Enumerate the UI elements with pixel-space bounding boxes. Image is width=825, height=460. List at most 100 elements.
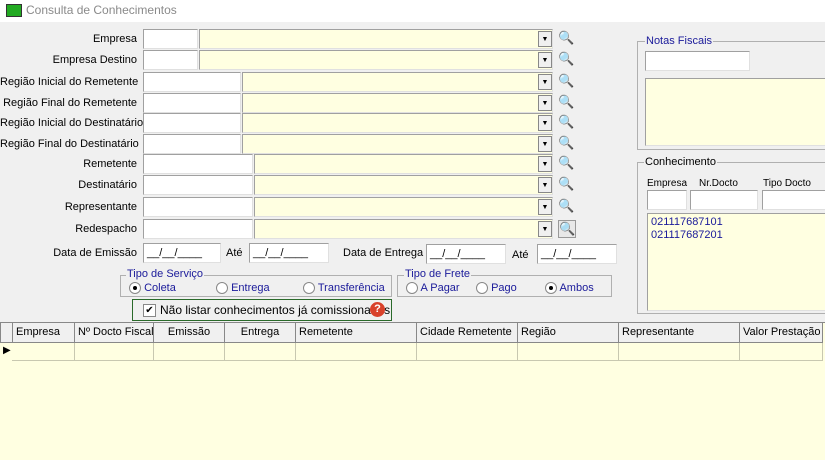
lookup-label: Região Inicial do Destinatário: [0, 117, 144, 129]
lookup-combo[interactable]: [254, 154, 553, 174]
data-entrega-ate-input[interactable]: __/__/____: [537, 244, 617, 264]
lookup-combo[interactable]: [254, 219, 553, 239]
radio-label: Transferência: [317, 282, 385, 294]
grid-column-header[interactable]: Valor Prestação: [739, 322, 823, 343]
lookup-label: Região Inicial do Remetente: [0, 76, 139, 88]
lookup-combo[interactable]: [242, 93, 553, 113]
conhecimento-item[interactable]: 021117687201: [651, 229, 825, 242]
notas-fiscais-list[interactable]: [645, 78, 825, 146]
lookup-code-input[interactable]: [143, 50, 198, 70]
grid-cell[interactable]: [295, 343, 417, 361]
radio-ambos[interactable]: Ambos: [545, 282, 594, 295]
grid-cell[interactable]: [517, 343, 619, 361]
lookup-code-input[interactable]: [143, 197, 253, 217]
lookup-label: Empresa Destino: [52, 54, 137, 66]
lookup-label: Representante: [64, 201, 137, 213]
col-empresa-label: Empresa: [647, 178, 688, 189]
grid-column-header[interactable]: Emissão: [153, 322, 225, 343]
search-icon[interactable]: 🔍: [558, 155, 574, 171]
tipo-servico-label: Tipo de Serviço: [126, 268, 205, 280]
radio-label: Ambos: [559, 282, 594, 294]
lookup-combo[interactable]: [199, 29, 553, 49]
lookup-code-input[interactable]: [143, 113, 241, 133]
search-icon[interactable]: 🔍: [558, 135, 574, 151]
data-emissao-ate-input[interactable]: __/__/____: [249, 243, 329, 263]
lookup-code-input[interactable]: [143, 219, 253, 239]
lookup-code-input[interactable]: [143, 175, 253, 195]
radio-label: A Pagar: [420, 282, 460, 294]
grid-cell[interactable]: [153, 343, 225, 361]
search-icon[interactable]: 🔍: [558, 51, 574, 67]
conhecimento-list[interactable]: 021117687101 021117687201: [647, 213, 825, 311]
grid-cell[interactable]: [224, 343, 296, 361]
app-icon: [6, 4, 22, 17]
chevron-down-icon[interactable]: ▼: [538, 199, 552, 215]
ate-label-2: Até: [512, 249, 529, 261]
conhecimento-item[interactable]: 021117687101: [651, 216, 825, 229]
nao-listar-checkbox[interactable]: ✔: [143, 304, 156, 317]
conhecimento-nrdocto-input[interactable]: [690, 190, 758, 210]
conhecimento-tipodocto-input[interactable]: [762, 190, 825, 210]
grid-column-header[interactable]: Remetente: [295, 322, 417, 343]
data-emissao-de-input[interactable]: __/__/____: [143, 243, 221, 263]
col-tipodocto-label: Tipo Docto: [763, 178, 811, 189]
grid-column-header[interactable]: Entrega: [224, 322, 296, 343]
grid-cell[interactable]: [74, 343, 154, 361]
search-icon[interactable]: 🔍: [558, 114, 574, 130]
grid-column-header[interactable]: Empresa: [12, 322, 75, 343]
radio-coleta[interactable]: Coleta: [129, 282, 176, 295]
lookup-combo[interactable]: [199, 50, 553, 70]
radio-a-pagar[interactable]: A Pagar: [406, 282, 460, 295]
lookup-code-input[interactable]: [143, 93, 241, 113]
nota-fiscal-input[interactable]: [645, 51, 750, 71]
chevron-down-icon[interactable]: ▼: [538, 136, 552, 152]
chevron-down-icon[interactable]: ▼: [538, 31, 552, 47]
lookup-combo[interactable]: [254, 197, 553, 217]
lookup-code-input[interactable]: [143, 154, 253, 174]
data-entrega-de-input[interactable]: __/__/____: [426, 244, 506, 264]
lookup-combo[interactable]: [254, 175, 553, 195]
ate-label: Até: [226, 247, 243, 259]
search-icon[interactable]: 🔍: [558, 220, 576, 238]
search-icon[interactable]: 🔍: [558, 176, 574, 192]
grid-cell[interactable]: [416, 343, 518, 361]
grid-column-header[interactable]: Região: [517, 322, 619, 343]
search-icon[interactable]: 🔍: [558, 198, 574, 214]
lookup-code-input[interactable]: [143, 134, 241, 154]
chevron-down-icon[interactable]: ▼: [538, 74, 552, 90]
grid-column-header[interactable]: Nº Docto Fiscal: [74, 322, 154, 343]
lookup-code-input[interactable]: [143, 29, 198, 49]
help-icon[interactable]: ?: [370, 302, 385, 317]
lookup-label: Empresa: [92, 33, 137, 45]
data-entrega-label: Data de Entrega: [343, 247, 424, 259]
radio-label: Entrega: [231, 282, 270, 294]
radio-transferencia[interactable]: Transferência: [303, 282, 385, 295]
lookup-combo[interactable]: [242, 72, 553, 92]
grid-cell[interactable]: [739, 343, 823, 361]
chevron-down-icon[interactable]: ▼: [538, 95, 552, 111]
chevron-down-icon[interactable]: ▼: [538, 156, 552, 172]
chevron-down-icon[interactable]: ▼: [538, 221, 552, 237]
radio-icon: [406, 282, 418, 295]
col-nrdocto-label: Nr.Docto: [699, 178, 738, 189]
search-icon[interactable]: 🔍: [558, 94, 574, 110]
search-icon[interactable]: 🔍: [558, 30, 574, 46]
chevron-down-icon[interactable]: ▼: [538, 177, 552, 193]
search-icon[interactable]: 🔍: [558, 73, 574, 89]
chevron-down-icon[interactable]: ▼: [538, 115, 552, 131]
radio-pago[interactable]: Pago: [476, 282, 517, 295]
nao-listar-checkbox-panel: ✔ Não listar conhecimentos já comissiona…: [132, 299, 392, 321]
conhecimento-empresa-input[interactable]: [647, 190, 687, 210]
lookup-code-input[interactable]: [143, 72, 241, 92]
grid-cell[interactable]: [12, 343, 75, 361]
lookup-label: Remetente: [83, 158, 137, 170]
lookup-combo[interactable]: [242, 134, 553, 154]
grid-column-header[interactable]: Representante: [618, 322, 740, 343]
lookup-label: Destinatário: [78, 179, 137, 191]
radio-icon: [545, 282, 557, 295]
lookup-combo[interactable]: [242, 113, 553, 133]
grid-cell[interactable]: [618, 343, 740, 361]
grid-column-header[interactable]: Cidade Remetente: [416, 322, 518, 343]
chevron-down-icon[interactable]: ▼: [538, 52, 552, 68]
radio-entrega[interactable]: Entrega: [216, 282, 270, 295]
